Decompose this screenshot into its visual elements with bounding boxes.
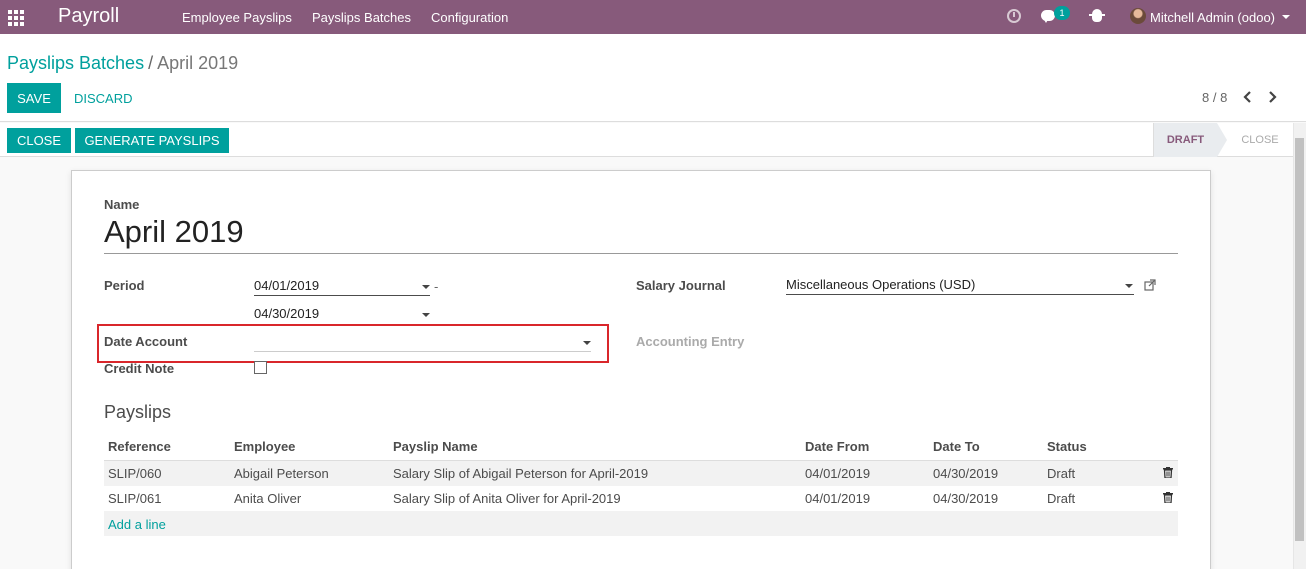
stage-draft: DRAFT	[1153, 123, 1217, 157]
name-label: Name	[104, 197, 140, 212]
cell-employee: Anita Oliver	[234, 491, 302, 506]
period-from-field[interactable]: 04/01/2019	[254, 276, 430, 296]
caret-down-icon[interactable]	[422, 313, 430, 317]
save-button[interactable]: SAVE	[7, 83, 61, 113]
form-statusbar: CLOSE GENERATE PAYSLIPS DRAFT CLOSE	[0, 123, 1306, 157]
discard-button[interactable]: DISCARD	[66, 83, 141, 113]
menu-configuration[interactable]: Configuration	[431, 10, 508, 25]
cell-payslip-name: Salary Slip of Abigail Peterson for Apri…	[393, 466, 649, 481]
breadcrumb-current: April 2019	[157, 53, 239, 73]
cell-reference: SLIP/061	[108, 491, 162, 506]
add-line-link[interactable]: Add a line	[108, 517, 166, 532]
chat-count-badge: 1	[1054, 6, 1070, 20]
cell-payslip-name: Salary Slip of Anita Oliver for April-20…	[393, 491, 621, 506]
payslips-table: Reference Employee Payslip Name Date Fro…	[104, 435, 1178, 536]
date-account-highlight	[97, 324, 609, 363]
column-reference[interactable]: Reference	[108, 439, 171, 454]
trash-icon[interactable]	[1163, 492, 1173, 503]
menu-payslips-batches[interactable]: Payslips Batches	[312, 10, 411, 25]
scrollbar-thumb[interactable]	[1295, 138, 1304, 541]
salary-journal-field[interactable]: Miscellaneous Operations (USD)	[786, 275, 1134, 295]
trash-icon[interactable]	[1163, 467, 1173, 478]
user-menu-name[interactable]: Mitchell Admin (odoo)	[1150, 10, 1275, 25]
stage-arrow	[1217, 123, 1227, 157]
app-name[interactable]: Payroll	[58, 5, 119, 28]
cell-date-from: 04/01/2019	[805, 491, 871, 506]
period-to-field[interactable]: 04/30/2019	[254, 304, 430, 324]
stage-close[interactable]: CLOSE	[1230, 123, 1290, 157]
cell-date-to: 04/30/2019	[933, 491, 999, 506]
breadcrumb-parent[interactable]: Payslips Batches	[7, 53, 144, 73]
column-employee[interactable]: Employee	[234, 439, 295, 454]
close-batch-button[interactable]: CLOSE	[7, 128, 71, 153]
chevron-right-icon[interactable]	[1268, 91, 1278, 103]
pager-counter[interactable]: 8 / 8	[1202, 90, 1227, 105]
cell-date-from: 04/01/2019	[805, 466, 871, 481]
breadcrumb: Payslips Batches / April 2019	[7, 53, 238, 74]
cell-reference: SLIP/060	[108, 466, 162, 481]
chat-icon[interactable]	[1041, 10, 1055, 23]
control-panel: Payslips Batches / April 2019 SAVE DISCARD…	[0, 34, 1306, 122]
debug-bug-icon[interactable]	[1089, 9, 1105, 22]
cell-employee: Abigail Peterson	[234, 466, 329, 481]
user-menu-caret-icon[interactable]	[1282, 15, 1290, 19]
accounting-entry-label: Accounting Entry	[636, 334, 745, 349]
user-avatar[interactable]	[1130, 8, 1146, 24]
table-header: Reference Employee Payslip Name Date Fro…	[104, 435, 1178, 461]
cell-date-to: 04/30/2019	[933, 466, 999, 481]
payslips-section-title: Payslips	[104, 402, 172, 422]
credit-note-checkbox[interactable]	[254, 361, 267, 374]
period-label: Period	[104, 278, 145, 293]
cell-status: Draft	[1047, 491, 1076, 506]
apps-menu-icon[interactable]	[8, 10, 24, 26]
column-date-from[interactable]: Date From	[805, 439, 869, 454]
column-payslip-name[interactable]: Payslip Name	[393, 439, 478, 454]
breadcrumb-separator: /	[148, 53, 154, 73]
credit-note-label: Credit Note	[104, 361, 175, 376]
table-row[interactable]: SLIP/060 Abigail Peterson Salary Slip of…	[104, 461, 1178, 486]
period-separator: -	[434, 279, 439, 294]
menu-employee-payslips[interactable]: Employee Payslips	[182, 10, 292, 25]
column-status[interactable]: Status	[1047, 439, 1087, 454]
batch-name-input[interactable]: April 2019	[104, 213, 1178, 254]
add-line-row: Add a line	[104, 511, 1178, 536]
cell-status: Draft	[1047, 466, 1076, 481]
activity-clock-icon[interactable]	[1007, 9, 1021, 23]
caret-down-icon[interactable]	[1125, 284, 1133, 288]
table-row[interactable]: SLIP/061 Anita Oliver Salary Slip of Ani…	[104, 486, 1178, 511]
top-navbar: Payroll Employee Payslips Payslips Batch…	[0, 0, 1306, 34]
caret-down-icon[interactable]	[422, 285, 430, 289]
generate-payslips-button[interactable]: GENERATE PAYSLIPS	[75, 128, 229, 153]
external-link-icon[interactable]	[1144, 279, 1156, 291]
chevron-left-icon[interactable]	[1242, 91, 1252, 103]
salary-journal-label: Salary Journal	[636, 278, 726, 293]
column-date-to[interactable]: Date To	[933, 439, 980, 454]
